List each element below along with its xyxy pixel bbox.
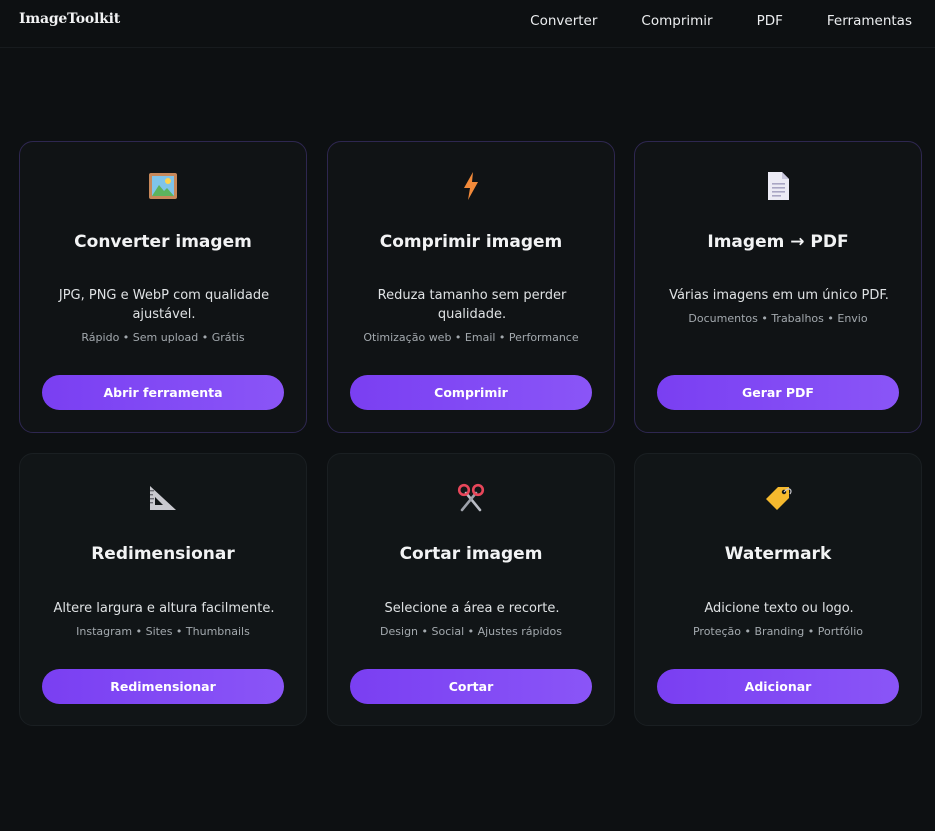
label-tag-icon bbox=[635, 482, 921, 514]
generate-pdf-button[interactable]: Gerar PDF bbox=[657, 375, 899, 410]
card-description: Reduza tamanho sem perder qualidade. bbox=[377, 288, 567, 322]
tool-card-watermark: Watermark Adicione texto ou logo. Proteç… bbox=[634, 453, 922, 726]
tool-card-pdf: Imagem → PDF Várias imagens em um único … bbox=[634, 141, 922, 433]
lightning-icon bbox=[328, 170, 614, 202]
framed-picture-icon bbox=[20, 170, 306, 202]
nav-link-converter[interactable]: Converter bbox=[530, 13, 597, 29]
nav-link-ferramentas[interactable]: Ferramentas bbox=[827, 13, 912, 29]
card-title: Watermark bbox=[724, 544, 832, 564]
triangle-ruler-icon bbox=[20, 482, 306, 514]
scissors-icon bbox=[328, 482, 614, 514]
card-tags: Rápido • Sem upload • Grátis bbox=[81, 331, 245, 344]
main-nav: Converter Comprimir PDF Ferramentas bbox=[530, 13, 912, 29]
tool-card-converter: Converter imagem JPG, PNG e WebP com qua… bbox=[19, 141, 307, 433]
card-tags: Instagram • Sites • Thumbnails bbox=[76, 625, 250, 638]
card-description: Selecione a área e recorte. bbox=[384, 601, 560, 616]
card-title: Converter imagem bbox=[74, 232, 252, 252]
card-title: Redimensionar bbox=[91, 544, 235, 564]
tool-card-resize: Redimensionar Altere largura e altura fa… bbox=[19, 453, 307, 726]
compress-button[interactable]: Comprimir bbox=[350, 375, 592, 410]
card-title: Imagem → PDF bbox=[707, 232, 849, 252]
top-navbar: ImageToolkit Converter Comprimir PDF Fer… bbox=[0, 0, 935, 48]
add-watermark-button[interactable]: Adicionar bbox=[657, 669, 899, 704]
open-converter-button[interactable]: Abrir ferramenta bbox=[42, 375, 284, 410]
card-description: Altere largura e altura facilmente. bbox=[53, 601, 275, 616]
crop-button[interactable]: Cortar bbox=[350, 669, 592, 704]
card-tags: Proteção • Branding • Portfólio bbox=[692, 625, 864, 638]
tool-card-compress: Comprimir imagem Reduza tamanho sem perd… bbox=[327, 141, 615, 433]
card-description: JPG, PNG e WebP com qualidade ajustável. bbox=[58, 288, 270, 322]
document-icon bbox=[635, 170, 921, 202]
card-tags: Documentos • Trabalhos • Envio bbox=[688, 312, 868, 325]
card-tags: Design • Social • Ajustes rápidos bbox=[380, 625, 562, 638]
card-title: Comprimir imagem bbox=[379, 232, 563, 252]
nav-link-comprimir[interactable]: Comprimir bbox=[641, 13, 712, 29]
card-title: Cortar imagem bbox=[399, 544, 543, 564]
card-tags: Otimização web • Email • Performance bbox=[363, 331, 579, 344]
brand-logo[interactable]: ImageToolkit bbox=[19, 11, 120, 27]
card-description: Adicione texto ou logo. bbox=[704, 601, 854, 616]
resize-button[interactable]: Redimensionar bbox=[42, 669, 284, 704]
nav-link-pdf[interactable]: PDF bbox=[757, 13, 783, 29]
card-description: Várias imagens em um único PDF. bbox=[669, 288, 889, 303]
tool-card-crop: Cortar imagem Selecione a área e recorte… bbox=[327, 453, 615, 726]
